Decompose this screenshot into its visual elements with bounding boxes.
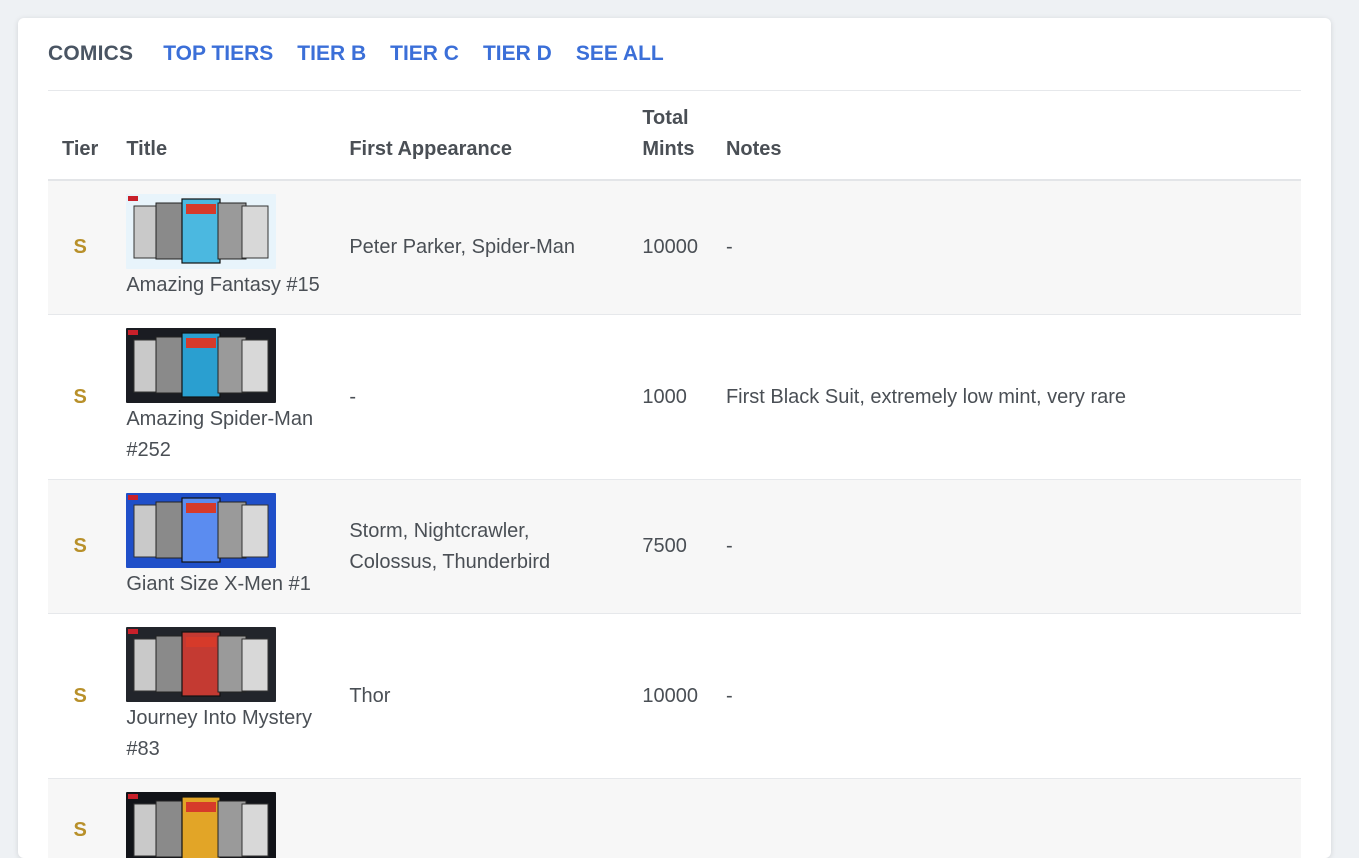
comics-tier-card: COMICS TOP TIERS TIER B TIER C TIER D SE… — [18, 18, 1331, 858]
comic-title: Giant Size X-Men #1 — [126, 573, 311, 595]
nav-link-see-all[interactable]: SEE ALL — [576, 42, 664, 66]
notes-cell — [712, 779, 1301, 858]
table-header-row: Tier Title First Appearance Total Mints … — [48, 92, 1301, 180]
comic-cover-thumbnail[interactable] — [126, 792, 276, 858]
nav-link-tier-b[interactable]: TIER B — [297, 42, 366, 66]
notes-cell: - — [712, 614, 1301, 779]
comic-cover-thumbnail[interactable] — [126, 328, 276, 403]
nav-link-tier-d[interactable]: TIER D — [483, 42, 552, 66]
total-mints-cell — [628, 779, 712, 858]
table-row[interactable]: S Journey Into Mystery #83 Thor10000- — [48, 614, 1301, 779]
header-total-mints[interactable]: Total Mints — [628, 92, 712, 180]
tier-badge: S — [48, 315, 112, 480]
first-appearance-cell — [335, 779, 628, 858]
header-title[interactable]: Title — [112, 92, 335, 180]
tier-badge: S — [48, 480, 112, 614]
first-appearance-cell: Peter Parker, Spider-Man — [335, 180, 628, 315]
table-row[interactable]: S — [48, 779, 1301, 858]
header-tier[interactable]: Tier — [48, 92, 112, 180]
nav-link-tier-c[interactable]: TIER C — [390, 42, 459, 66]
first-appearance-cell: Storm, Nightcrawler, Colossus, Thunderbi… — [335, 480, 628, 614]
notes-cell: - — [712, 180, 1301, 315]
title-cell: Amazing Spider-Man #252 — [112, 315, 335, 480]
title-cell: Giant Size X-Men #1 — [112, 480, 335, 614]
first-appearance-cell: Thor — [335, 614, 628, 779]
tier-badge: S — [48, 180, 112, 315]
comic-title: Amazing Spider-Man #252 — [126, 408, 313, 461]
tier-badge: S — [48, 614, 112, 779]
notes-cell: First Black Suit, extremely low mint, ve… — [712, 315, 1301, 480]
comics-table: Tier Title First Appearance Total Mints … — [48, 92, 1301, 858]
comic-cover-thumbnail[interactable] — [126, 493, 276, 568]
comic-cover-thumbnail[interactable] — [126, 194, 276, 269]
total-mints-cell: 7500 — [628, 480, 712, 614]
table-row[interactable]: S Amazing Fantasy #15 Peter Parker, Spider… — [48, 180, 1301, 315]
nav-brand: COMICS — [48, 42, 133, 66]
first-appearance-cell: - — [335, 315, 628, 480]
title-cell: Journey Into Mystery #83 — [112, 614, 335, 779]
nav-link-top-tiers[interactable]: TOP TIERS — [163, 42, 273, 66]
title-cell: Amazing Fantasy #15 — [112, 180, 335, 315]
comic-title: Amazing Fantasy #15 — [126, 274, 319, 296]
total-mints-cell: 10000 — [628, 614, 712, 779]
total-mints-cell: 10000 — [628, 180, 712, 315]
table-body: S Amazing Fantasy #15 Peter Parker, Spider… — [48, 180, 1301, 858]
table-row[interactable]: S Amazing Spider-Man #252-1000First Black… — [48, 315, 1301, 480]
tier-badge: S — [48, 779, 112, 858]
header-first-appearance[interactable]: First Appearance — [335, 92, 628, 180]
comic-title: Journey Into Mystery #83 — [126, 707, 312, 760]
total-mints-cell: 1000 — [628, 315, 712, 480]
title-cell — [112, 779, 335, 858]
table-row[interactable]: S Giant Size X-Men #1 Storm, Nightcrawler,… — [48, 480, 1301, 614]
tier-nav: COMICS TOP TIERS TIER B TIER C TIER D SE… — [48, 18, 1301, 91]
notes-cell: - — [712, 480, 1301, 614]
comic-cover-thumbnail[interactable] — [126, 627, 276, 702]
header-notes[interactable]: Notes — [712, 92, 1301, 180]
